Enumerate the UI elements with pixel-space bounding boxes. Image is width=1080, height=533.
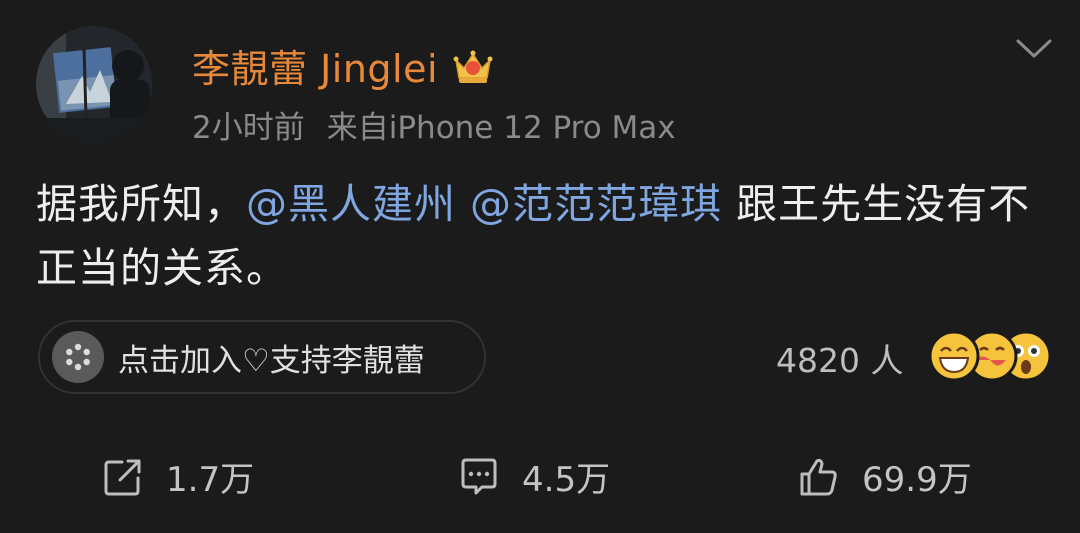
username[interactable]: 李靚蕾 Jinglei: [192, 38, 438, 93]
asterisk-icon: [52, 331, 104, 383]
avatar[interactable]: [36, 26, 152, 142]
like-count: 69.9万: [862, 460, 972, 500]
comment-count: 4.5万: [522, 460, 611, 500]
like-icon: [800, 458, 837, 495]
repost-count: 1.7万: [166, 460, 255, 500]
comment-icon: [461, 458, 497, 494]
action-bar: 1.7万 4.5万 69.9万: [0, 452, 1080, 512]
crown-badge-icon[interactable]: [452, 46, 494, 86]
repost-icon: [104, 459, 141, 495]
mention-link[interactable]: @范范范瑋琪: [470, 180, 722, 228]
post-meta: 2小时前 来自iPhone 12 Pro Max: [192, 102, 676, 147]
avatar-image: [36, 26, 152, 142]
post-source: 来自iPhone 12 Pro Max: [326, 110, 676, 146]
support-label: 点击加入♡支持李靚蕾: [118, 342, 425, 379]
reaction-emojis[interactable]: [928, 330, 1052, 384]
chevron-down-icon[interactable]: [1014, 36, 1054, 62]
content-prefix: 据我所知，: [36, 180, 246, 228]
laugh-emoji-icon: [928, 330, 980, 382]
comment-button[interactable]: 4.5万: [458, 452, 610, 501]
post-content: 据我所知，@黑人建州 @范范范瑋琪 跟王先生没有不正当的关系。: [36, 172, 1046, 300]
mention-link[interactable]: @黑人建州: [246, 180, 456, 228]
support-button[interactable]: 点击加入♡支持李靚蕾: [38, 320, 486, 394]
post-time: 2小时前: [192, 110, 305, 146]
supporter-count: 4820 人: [776, 341, 904, 380]
like-button[interactable]: 69.9万: [798, 452, 972, 501]
username-row: 李靚蕾 Jinglei: [192, 38, 494, 93]
repost-button[interactable]: 1.7万: [102, 452, 254, 501]
